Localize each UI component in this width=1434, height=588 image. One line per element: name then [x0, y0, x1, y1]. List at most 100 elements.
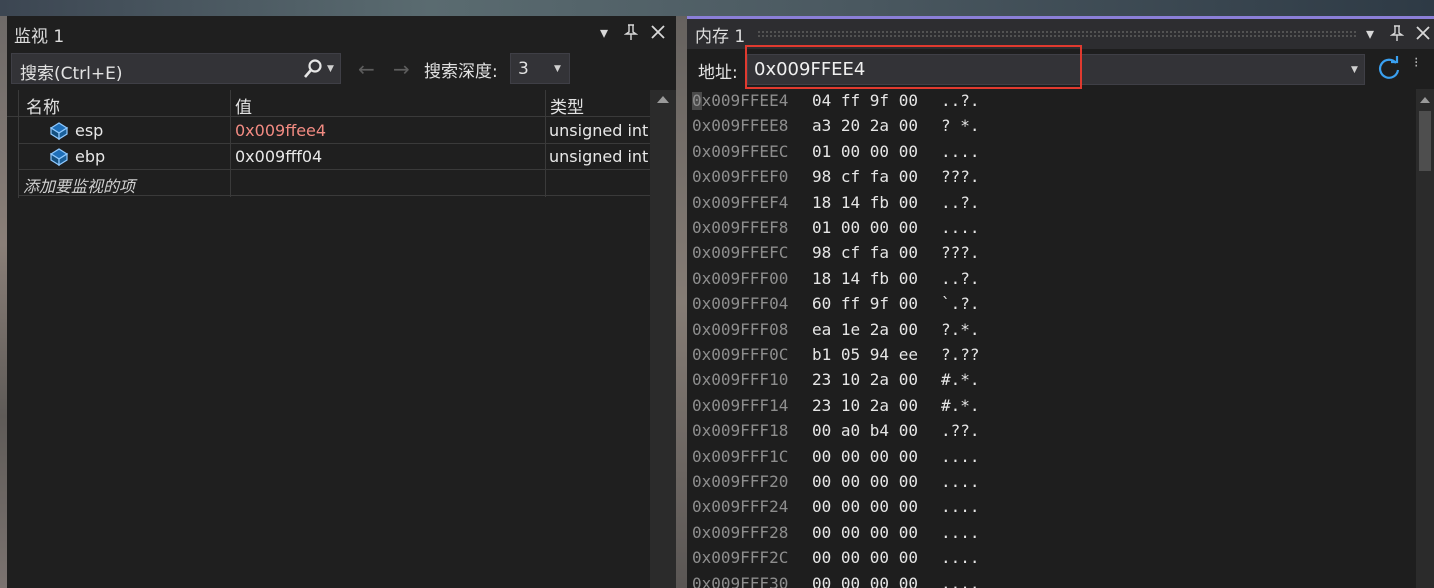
memory-address: 0x009FFF30 — [692, 573, 789, 588]
watch-grid: 名称 值 类型 esp 0x009ffee4 unsigned int ebp … — [7, 90, 650, 588]
memory-bytes: 60 ff 9f 00 — [812, 294, 918, 314]
memory-bytes: a3 20 2a 00 — [812, 116, 918, 136]
memory-ascii: `.?. — [941, 294, 980, 314]
memory-ascii: .... — [941, 497, 980, 517]
arrow-left-icon[interactable]: ← — [358, 57, 375, 81]
memory-ascii: .... — [941, 446, 980, 466]
panel-splitter[interactable] — [676, 16, 687, 588]
memory-address: 0x009FFF18 — [692, 421, 789, 441]
search-icon[interactable] — [301, 57, 325, 81]
memory-ascii: .... — [941, 522, 980, 542]
refresh-icon[interactable] — [1375, 55, 1403, 83]
memory-ascii: ?.*. — [941, 319, 980, 339]
memory-ascii: .... — [941, 548, 980, 568]
memory-bytes: 23 10 2a 00 — [812, 395, 918, 415]
memory-address: 0x009FFF08 — [692, 319, 789, 339]
row-type: unsigned int — [549, 147, 649, 166]
overflow-icon[interactable]: ⁝ — [1414, 55, 1418, 71]
grid-header: 名称 值 类型 — [7, 90, 650, 118]
watch-row-ebp[interactable]: ebp 0x009fff04 unsigned int — [19, 144, 650, 170]
memory-address: 0x009FFF1C — [692, 446, 789, 466]
memory-address: 0x009FFF14 — [692, 395, 789, 415]
search-depth-label: 搜索深度: — [424, 62, 498, 82]
variable-icon — [49, 147, 69, 167]
memory-address: 0x009FFF10 — [692, 370, 789, 390]
memory-address: 0x009FFEE8 — [692, 116, 789, 136]
add-watch-row[interactable]: 添加要监视的项 — [19, 170, 650, 196]
memory-title: 内存 1 — [695, 27, 746, 47]
pin-icon[interactable] — [620, 21, 642, 43]
memory-address: 0x009FFF28 — [692, 522, 789, 542]
drag-grip[interactable] — [757, 30, 1357, 37]
desktop-background-top — [0, 0, 1434, 16]
memory-bytes: 00 a0 b4 00 — [812, 421, 918, 441]
close-icon[interactable] — [647, 21, 669, 43]
memory-panel: 内存 1 ▾ 地址: 0x009FFEE4 ▼ ⁝ 0x009FFEE4 04 f… — [687, 16, 1434, 588]
pin-icon[interactable] — [1386, 22, 1408, 44]
address-label: 地址: — [698, 63, 738, 83]
memory-ascii: ?.?? — [941, 345, 980, 364]
watch-titlebar: 监视 1 ▾ — [7, 16, 676, 49]
row-name: esp — [75, 121, 104, 140]
column-header-name[interactable]: 名称 — [26, 93, 60, 118]
row-value: 0x009ffee4 — [235, 121, 327, 140]
memory-ascii: ???. — [941, 243, 980, 263]
watch-row-esp[interactable]: esp 0x009ffee4 unsigned int — [19, 118, 650, 144]
memory-bytes: 18 14 fb 00 — [812, 192, 918, 212]
memory-dump[interactable]: 0x009FFEE4 04 ff 9f 00..?. 0x009FFEE8 a3 20… — [687, 89, 1416, 588]
row-name: ebp — [75, 147, 106, 166]
column-header-value[interactable]: 值 — [235, 93, 252, 118]
memory-ascii: .??. — [941, 421, 980, 441]
scroll-thumb[interactable] — [1419, 111, 1431, 171]
memory-address: 0x009FFEFC — [692, 243, 789, 263]
scroll-up-icon[interactable] — [657, 96, 669, 103]
search-depth-select[interactable]: 3 ▼ — [510, 53, 570, 84]
chevron-down-icon: ▼ — [554, 64, 561, 74]
memory-bytes: 00 00 00 00 — [812, 497, 918, 517]
memory-address: 0x009FFF20 — [692, 472, 789, 491]
memory-address: 0x009FFF24 — [692, 497, 789, 517]
memory-bytes: 00 00 00 00 — [812, 522, 918, 542]
arrow-right-icon[interactable]: → — [393, 57, 410, 81]
close-icon[interactable] — [1412, 22, 1434, 44]
scroll-up-icon[interactable] — [1420, 97, 1430, 103]
watch-scrollbar[interactable] — [650, 90, 676, 588]
search-placeholder: 搜索(Ctrl+E) — [20, 64, 123, 84]
chevron-down-icon[interactable]: ▼ — [327, 64, 334, 74]
memory-address: 0x009FFF2C — [692, 548, 789, 568]
watch-title: 监视 1 — [14, 27, 65, 47]
memory-address: 0x009FFEEC — [692, 141, 789, 161]
memory-scrollbar[interactable] — [1416, 89, 1434, 588]
memory-ascii: .... — [941, 573, 980, 588]
memory-ascii: ..?. — [941, 91, 980, 110]
search-input[interactable]: 搜索(Ctrl+E) ▼ — [11, 53, 341, 84]
memory-bytes: 01 00 00 00 — [812, 218, 918, 237]
chevron-down-icon[interactable]: ▾ — [593, 21, 615, 43]
chevron-down-icon[interactable]: ▼ — [1351, 65, 1358, 75]
watch-panel: 监视 1 ▾ 搜索(Ctrl+E) ▼ ← → 搜索深度: 3 ▼ 名称 值 类… — [7, 16, 676, 588]
memory-bytes: 00 00 00 00 — [812, 472, 918, 491]
memory-bytes: 01 00 00 00 — [812, 141, 918, 161]
add-watch-item[interactable]: 添加要监视的项 — [23, 173, 135, 197]
variable-icon — [49, 121, 69, 141]
memory-address: 0x009FFEF0 — [692, 167, 789, 187]
row-type: unsigned int — [549, 121, 649, 140]
column-header-type[interactable]: 类型 — [550, 93, 584, 118]
memory-ascii: ? *. — [941, 116, 980, 136]
memory-bytes: b1 05 94 ee — [812, 345, 918, 364]
memory-ascii: ..?. — [941, 192, 980, 212]
address-highlight-box — [745, 45, 1082, 89]
chevron-down-icon[interactable]: ▾ — [1359, 22, 1381, 44]
memory-address: 0x009FFF04 — [692, 294, 789, 314]
memory-ascii: .... — [941, 141, 980, 161]
memory-bytes: 04 ff 9f 00 — [812, 91, 918, 110]
memory-ascii: ..?. — [941, 268, 980, 288]
memory-bytes: 00 00 00 00 — [812, 548, 918, 568]
memory-address: 0x009FFEF4 — [692, 192, 789, 212]
memory-address: 0x009FFF00 — [692, 268, 789, 288]
memory-address: 0x009FFEE4 — [692, 91, 789, 110]
watch-toolbar: 搜索(Ctrl+E) ▼ ← → 搜索深度: 3 ▼ — [7, 51, 676, 87]
memory-ascii: #.*. — [941, 395, 980, 415]
memory-bytes: 23 10 2a 00 — [812, 370, 918, 390]
memory-bytes: 00 00 00 00 — [812, 573, 918, 588]
